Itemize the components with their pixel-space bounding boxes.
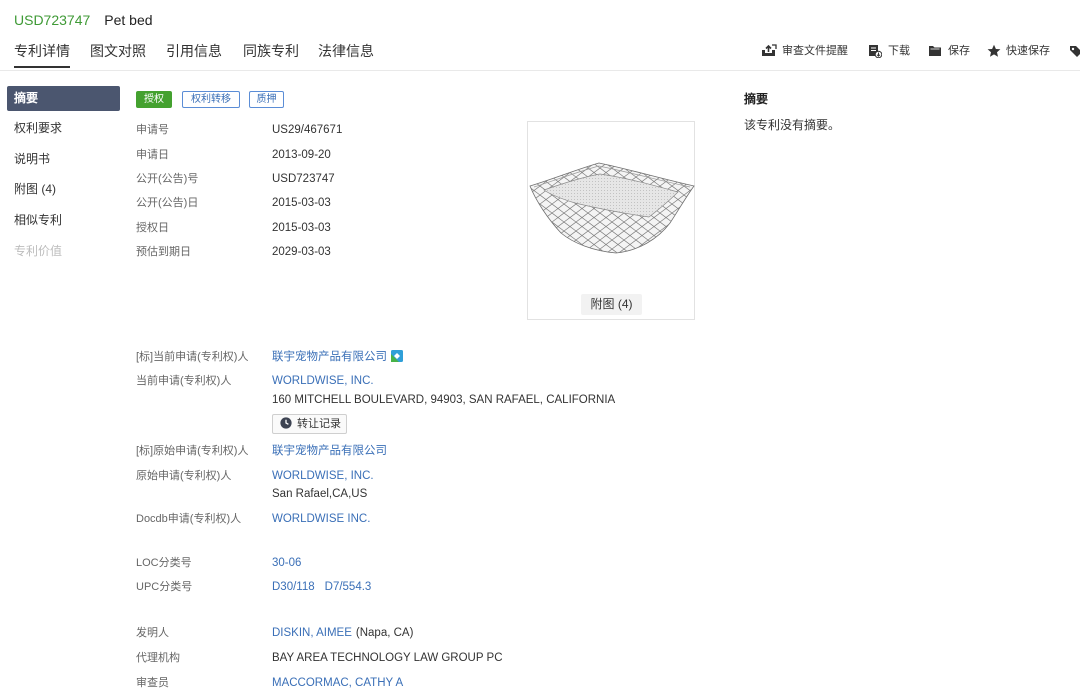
label-application-number: 申请号	[136, 124, 169, 136]
clock-icon	[280, 417, 292, 429]
download-button[interactable]: 下载	[888, 44, 910, 58]
inventor-row: DISKIN, AIMEE (Napa, CA)	[272, 625, 413, 641]
inventor-location: (Napa, CA)	[355, 627, 414, 639]
value-application-number: US29/467671	[272, 124, 343, 136]
loc-class-link[interactable]: 30-06	[272, 555, 301, 571]
sidebar-item-abstract[interactable]: 摘要	[7, 86, 120, 111]
label-application-date: 申请日	[136, 149, 169, 161]
label-grant-date: 授权日	[136, 222, 169, 234]
label-publication-date: 公开(公告)日	[136, 197, 199, 209]
company-profile-icon[interactable]	[391, 350, 403, 367]
review-alert-icon[interactable]	[761, 44, 777, 57]
figure-preview[interactable]: 附图 (4)	[527, 121, 695, 320]
label-inventor: 发明人	[136, 627, 169, 639]
current-assignee-link[interactable]: WORLDWISE, INC.	[272, 373, 374, 389]
label-upc-class: UPC分类号	[136, 581, 193, 593]
value-grant-date: 2015-03-03	[272, 222, 331, 234]
value-publication-number: USD723747	[272, 173, 335, 185]
figures-button[interactable]: 附图 (4)	[581, 294, 642, 315]
std-current-assignee-link[interactable]: 联宇宠物产品有限公司	[272, 351, 387, 363]
status-badge-granted: 授权	[136, 91, 172, 108]
status-badge-transfer[interactable]: 权利转移	[182, 91, 240, 108]
upc-class-row: D30/118 D7/554.3	[272, 579, 371, 595]
sidebar-item-description[interactable]: 说明书	[7, 147, 120, 172]
label-publication-number: 公开(公告)号	[136, 173, 199, 185]
star-icon[interactable]	[987, 44, 1001, 58]
header-divider	[0, 70, 1080, 71]
examiner-link[interactable]: MACCORMAC, CATHY A	[272, 675, 403, 691]
save-folder-icon[interactable]	[928, 44, 942, 57]
current-assignee-address: 160 MITCHELL BOULEVARD, 94903, SAN RAFAE…	[272, 394, 616, 406]
transfer-record-button[interactable]: 转让记录	[272, 414, 347, 434]
label-std-original-assignee: [标]原始申请(专利权)人	[136, 445, 249, 457]
label-current-assignee: 当前申请(专利权)人	[136, 375, 232, 387]
abstract-heading: 摘要	[744, 92, 769, 106]
tab-family-patents[interactable]: 同族专利	[243, 42, 299, 60]
docdb-assignee-link[interactable]: WORLDWISE INC.	[272, 511, 370, 527]
std-current-assignee-row: 联宇宠物产品有限公司	[272, 349, 403, 367]
patent-number: USD723747	[14, 12, 91, 28]
agency-value: BAY AREA TECHNOLOGY LAW GROUP PC	[272, 652, 503, 664]
value-publication-date: 2015-03-03	[272, 197, 331, 209]
std-original-assignee-link[interactable]: 联宇宠物产品有限公司	[272, 443, 387, 459]
tab-text-image-compare[interactable]: 图文对照	[90, 42, 146, 60]
save-button[interactable]: 保存	[948, 44, 970, 58]
label-examiner: 审查员	[136, 677, 169, 689]
tag-icon[interactable]	[1069, 44, 1080, 58]
label-std-current-assignee: [标]当前申请(专利权)人	[136, 351, 249, 363]
label-loc-class: LOC分类号	[136, 557, 192, 569]
transfer-record-label: 转让记录	[297, 418, 341, 430]
label-agency: 代理机构	[136, 652, 180, 664]
value-application-date: 2013-09-20	[272, 149, 331, 161]
sidebar-item-similar-patents[interactable]: 相似专利	[7, 208, 120, 233]
label-expiry-date: 预估到期日	[136, 246, 191, 258]
upc-class-link[interactable]: D7/554.3	[325, 581, 372, 593]
tab-citations[interactable]: 引用信息	[166, 42, 222, 60]
original-assignee-link[interactable]: WORLDWISE, INC.	[272, 468, 374, 484]
upc-class-link[interactable]: D30/118	[272, 581, 315, 593]
label-docdb-assignee: Docdb申请(专利权)人	[136, 513, 242, 525]
tab-patent-details[interactable]: 专利详情	[14, 42, 70, 60]
sidebar-item-claims[interactable]: 权利要求	[7, 116, 120, 141]
review-alert-button[interactable]: 审查文件提醒	[782, 44, 848, 58]
active-tab-indicator	[14, 66, 70, 68]
patent-title: Pet bed	[104, 12, 153, 28]
label-original-assignee: 原始申请(专利权)人	[136, 470, 232, 482]
patent-title-line: USD723747 Pet bed	[14, 11, 153, 29]
pet-bed-drawing	[529, 162, 695, 254]
original-assignee-address: San Rafael,CA,US	[272, 488, 368, 500]
quick-save-button[interactable]: 快速保存	[1006, 44, 1050, 58]
download-icon[interactable]	[868, 44, 882, 58]
value-expiry-date: 2029-03-03	[272, 246, 331, 258]
tab-legal-info[interactable]: 法律信息	[318, 42, 374, 60]
status-badge-pledge[interactable]: 质押	[249, 91, 284, 108]
inventor-link[interactable]: DISKIN, AIMEE	[272, 627, 352, 639]
sidebar-item-patent-value: 专利价值	[14, 244, 63, 258]
sidebar-item-figures[interactable]: 附图 (4)	[7, 177, 120, 202]
abstract-text: 该专利没有摘要。	[744, 118, 841, 132]
